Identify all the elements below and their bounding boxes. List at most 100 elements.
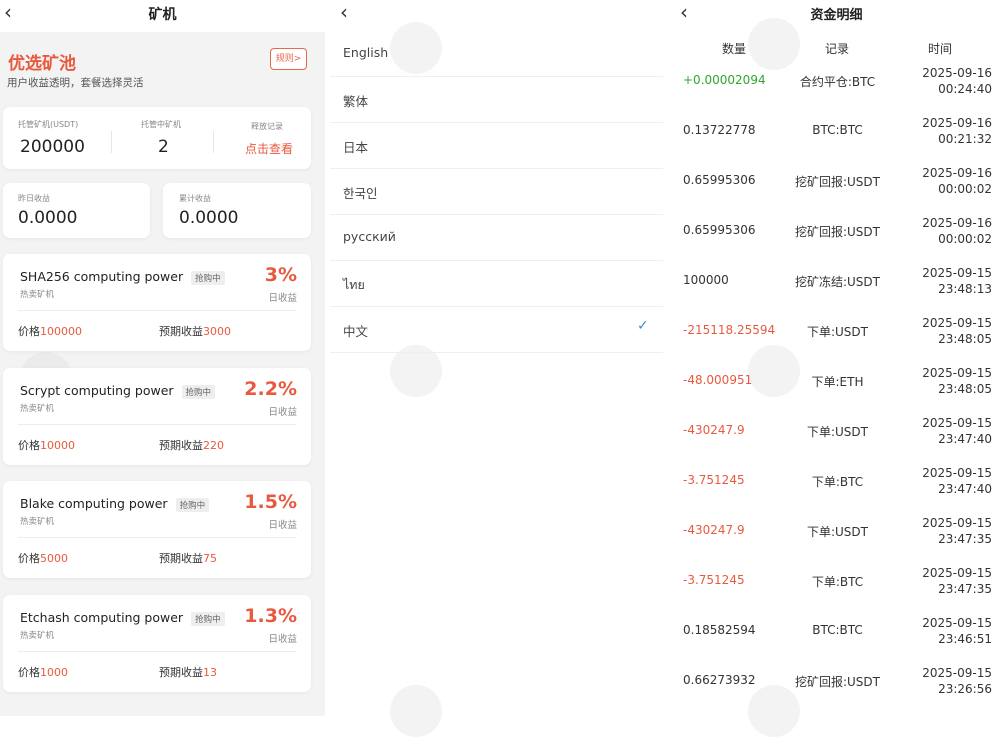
amount-cell: -3.751245 [683,573,745,587]
clock-text: 23:46:51 [938,632,992,646]
time-cell: 2025-09-15 23:47:40 [902,415,992,447]
amount-cell: -48.000951 [683,373,753,387]
expected-value: 13 [203,666,217,679]
date-text: 2025-09-16 [922,66,992,80]
language-option-english[interactable]: English [330,31,663,77]
daily-rate-label: 日收益 [268,520,297,531]
machine-card[interactable]: Scrypt computing power 抢购中 热卖矿机 2.2% 日收益 … [3,368,311,465]
pool-title: 优选矿池 [8,54,76,74]
expected-label: 预期收益 [159,552,203,565]
record-cell: 挖矿回报:USDT [794,225,880,239]
time-cell: 2025-09-15 23:48:05 [902,315,992,347]
hosted-label: 托管矿机(USDT) [18,120,79,129]
divider [111,131,112,153]
machine-name: Etchash computing power [20,610,184,625]
record-cell: 下单:USDT [806,325,868,339]
expected-value: 3000 [203,325,231,338]
record-cell: BTC:BTC [812,123,863,137]
language-label: 中文 [343,324,369,339]
date-text: 2025-09-15 [922,316,992,330]
time-cell: 2025-09-16 00:00:02 [902,165,992,197]
language-label: ไทย [343,277,365,292]
machine-card[interactable]: Blake computing power 抢购中 热卖矿机 1.5% 日收益 价… [3,481,311,578]
column-header-amount: 数量 [722,42,747,56]
clock-text: 00:24:40 [938,82,992,96]
record-cell: 挖矿冻结:USDT [794,275,880,289]
page-title: 矿机 [148,7,177,23]
price-label: 价格 [18,552,40,565]
language-option-russian[interactable]: русский [330,215,663,261]
status-badge: 抢购中 [175,497,210,512]
amount-cell: 0.18582594 [683,623,756,637]
record-cell: 挖矿回报:USDT [794,175,880,189]
release-label: 释放记录 [251,122,283,131]
language-option-chinese[interactable]: 中文 ✓ [330,307,663,353]
language-option-korean[interactable]: 한국인 [330,169,663,215]
price-row: 价格10000 [18,437,75,453]
divider [213,131,214,153]
yesterday-income-card: 昨日收益 0.0000 [3,183,150,238]
fund-detail-screen: ‹ 资金明细 数量 记录 时间 +0.00002094 合约平仓:BTC 2025-… [668,0,1005,750]
clock-text: 23:48:05 [938,382,992,396]
record-cell: 下单:USDT [806,425,868,439]
time-cell: 2025-09-15 23:47:40 [902,465,992,497]
checkmark-icon: ✓ [637,318,649,334]
machine-tag: 热卖矿机 [20,290,55,300]
back-chevron-icon[interactable]: ‹ [340,2,360,26]
divider [18,537,296,538]
date-text: 2025-09-15 [922,266,992,280]
machine-card[interactable]: SHA256 computing power 抢购中 热卖矿机 3% 日收益 价格… [3,254,311,351]
amount-cell: -3.751245 [683,473,745,487]
expected-value: 220 [203,439,224,452]
machine-name-row: Etchash computing power 抢购中 [20,610,225,626]
total-label: 累计收益 [179,194,211,203]
language-label: 한국인 [343,186,378,201]
expected-row: 预期收益75 [159,550,217,566]
date-text: 2025-09-16 [922,216,992,230]
daily-rate: 2.2% [244,378,297,400]
clock-text: 23:47:35 [938,532,992,546]
time-cell: 2025-09-15 23:47:35 [902,515,992,547]
language-label: 日本 [343,140,369,155]
daily-rate-label: 日收益 [268,407,297,418]
language-option-traditional-chinese[interactable]: 繁体 [330,77,663,123]
date-text: 2025-09-15 [922,466,992,480]
hosting-label: 托管中矿机 [141,120,181,129]
time-cell: 2025-09-16 00:00:02 [902,215,992,247]
record-cell: 下单:BTC [811,575,864,589]
expected-row: 预期收益220 [159,437,224,453]
language-option-thai[interactable]: ไทย [330,261,663,307]
machine-card[interactable]: Etchash computing power 抢购中 热卖矿机 1.3% 日收益… [3,595,311,692]
yesterday-label: 昨日收益 [18,194,50,203]
date-text: 2025-09-16 [922,166,992,180]
machine-name-row: SHA256 computing power 抢购中 [20,269,225,285]
watermark-icon [390,685,442,737]
status-badge: 抢购中 [191,611,225,626]
miner-screen: ‹ 矿机 优选矿池 用户收益透明，套餐选择灵活 规则> 托管矿机(USDT) 2… [0,0,325,750]
column-header-time: 时间 [928,42,953,56]
date-text: 2025-09-16 [922,116,992,130]
amount-cell: +0.00002094 [683,73,766,87]
price-label: 价格 [18,325,40,338]
page-title: 资金明细 [810,8,863,23]
amount-cell: -215118.25594 [683,323,776,337]
language-option-japanese[interactable]: 日本 [330,123,663,169]
clock-text: 23:26:56 [938,682,992,696]
expected-row: 预期收益13 [159,664,217,680]
hosted-stats-card: 托管矿机(USDT) 200000 托管中矿机 2 释放记录 点击查看 [3,107,311,169]
release-record-link[interactable]: 点击查看 [245,140,293,157]
price-label: 价格 [18,439,40,452]
amount-cell: -430247.9 [683,523,745,537]
language-label: English [343,45,389,60]
clock-text: 23:47:35 [938,582,992,596]
hosting-value: 2 [158,137,169,157]
date-text: 2025-09-15 [922,366,992,380]
rules-button[interactable]: 规则> [270,48,307,70]
machine-name: SHA256 computing power [20,269,184,284]
record-cell: BTC:BTC [812,623,863,637]
machine-tag: 热卖矿机 [20,517,55,527]
price-row: 价格5000 [18,550,68,566]
yesterday-value: 0.0000 [18,208,78,228]
language-label: 繁体 [343,94,369,109]
expected-label: 预期收益 [159,325,203,338]
